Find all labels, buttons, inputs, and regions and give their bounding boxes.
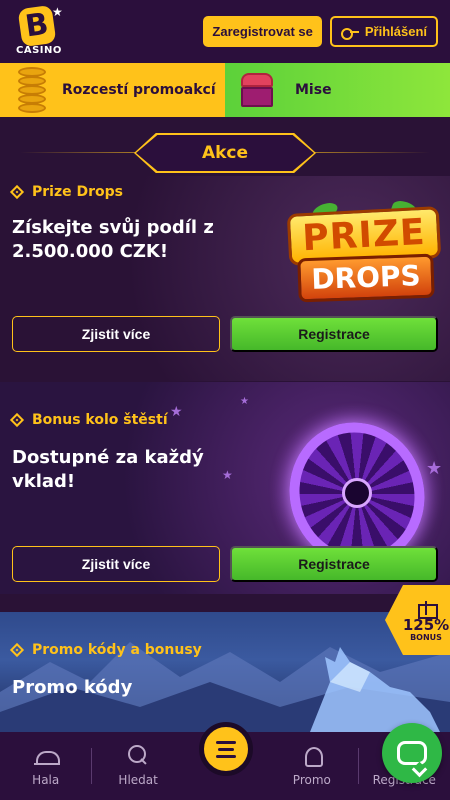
section-title-badge: Akce: [136, 135, 314, 171]
nav-label: Hledat: [118, 773, 158, 787]
nav-label: Hala: [32, 773, 60, 787]
star-icon: ★: [240, 396, 249, 407]
promo-card-prize-drops: Prize Drops Získejte svůj podíl z 2.500.…: [0, 176, 450, 381]
promo-card-promo-codes: Promo kódy a bonusy Promo kódy: [0, 612, 450, 732]
divider-right: [312, 152, 430, 153]
nav-label: Promo: [292, 773, 331, 787]
card-title: Promo kódy: [12, 677, 133, 698]
nav-item-promo[interactable]: Promo: [266, 732, 357, 800]
card-register-button[interactable]: Registrace: [230, 316, 438, 352]
promo-card-bonus-wheel: ★ ★ ★ ★ Bonus kolo štěstí Dostupné za ka…: [0, 382, 450, 594]
login-button[interactable]: Přihlášení: [329, 16, 438, 47]
key-icon: [340, 27, 359, 40]
card-label-text: Promo kódy a bonusy: [32, 642, 202, 658]
menu-icon-line: [216, 740, 236, 744]
menu-icon-line: [216, 754, 236, 758]
header-buttons: Zaregistrovat se Přihlášení: [203, 16, 438, 47]
nav-item-lobby[interactable]: Hala: [0, 732, 91, 800]
menu-button[interactable]: [199, 722, 253, 776]
chat-icon: [397, 741, 427, 765]
coins-icon: [14, 67, 50, 113]
menu-icon-line: [218, 747, 234, 751]
card-register-button[interactable]: Registrace: [230, 546, 438, 582]
promo-bar: Rozcestí promoakcí Mise: [0, 63, 450, 117]
register-button[interactable]: Zaregistrovat se: [203, 16, 322, 47]
logo-letter: B: [17, 4, 57, 47]
bonus-label: BONUS: [410, 632, 442, 642]
drops-word: DROPS: [297, 253, 435, 303]
promo-hub-link[interactable]: Rozcestí promoakcí: [0, 63, 225, 117]
diamond-icon: [9, 412, 25, 428]
card-title: Získejte svůj podíl z 2.500.000 CZK!: [12, 217, 214, 262]
header: B ★ CASINO Zaregistrovat se Přihlášení: [0, 0, 450, 63]
nav-item-search[interactable]: Hledat: [92, 732, 183, 800]
star-icon: ★: [170, 404, 183, 420]
diamond-icon: [9, 184, 25, 200]
card-title: Dostupné za každý vklad!: [12, 447, 204, 492]
bell-icon: [33, 745, 60, 767]
promo-icon: [300, 745, 324, 767]
bonus-percent: 125%: [402, 615, 450, 634]
diamond-icon: [9, 642, 25, 658]
treasure-chest-icon: [239, 71, 275, 109]
card-label-text: Bonus kolo štěstí: [32, 412, 168, 428]
card-label: Bonus kolo štěstí: [9, 412, 168, 428]
logo-text: CASINO: [16, 44, 62, 56]
learn-more-button[interactable]: Zjistit více: [12, 316, 220, 352]
live-chat-button[interactable]: [382, 723, 442, 783]
casino-logo[interactable]: B ★ CASINO: [14, 4, 70, 57]
learn-more-button[interactable]: Zjistit více: [12, 546, 220, 582]
card-label: Promo kódy a bonusy: [9, 642, 202, 658]
search-icon: [126, 745, 150, 767]
logo-star-icon: ★: [52, 4, 63, 19]
gift-icon: [417, 599, 438, 619]
divider-left: [20, 152, 138, 153]
prize-drops-logo: PRIZE DROPS: [282, 197, 446, 304]
missions-link[interactable]: Mise: [225, 63, 450, 117]
promo-hub-label: Rozcestí promoakcí: [62, 82, 216, 98]
login-label: Přihlášení: [364, 24, 427, 39]
card-label-text: Prize Drops: [32, 184, 123, 200]
missions-label: Mise: [295, 82, 332, 98]
section-title: Akce: [201, 143, 249, 163]
section-header: Akce: [0, 133, 450, 173]
card-label: Prize Drops: [9, 184, 123, 200]
